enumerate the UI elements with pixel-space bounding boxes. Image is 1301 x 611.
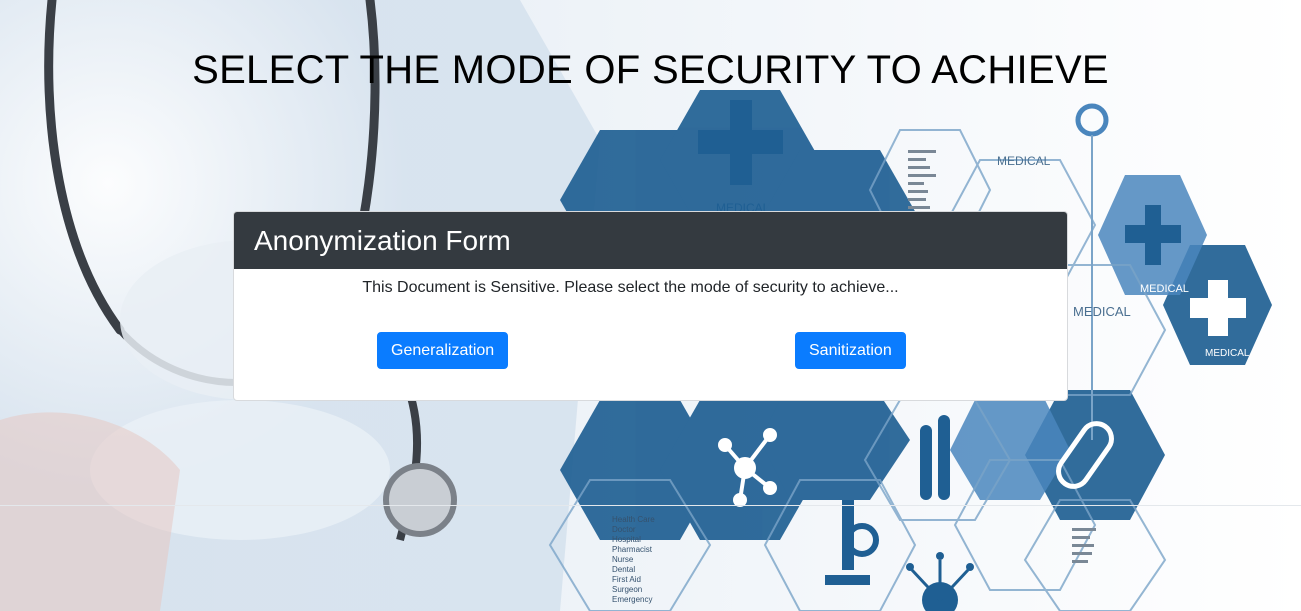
hex-label: MEDICAL bbox=[1073, 304, 1131, 319]
hex-list-item: Dental bbox=[612, 565, 635, 574]
hex-label: MEDICAL bbox=[997, 154, 1051, 168]
hex-label: MEDICAL bbox=[1205, 348, 1250, 359]
hex-list-item: First Aid bbox=[612, 575, 641, 584]
hex-list-item: Nurse bbox=[612, 555, 634, 564]
hex-list-item: Pharmacist bbox=[612, 545, 653, 554]
form-message: This Document is Sensitive. Please selec… bbox=[362, 279, 899, 296]
anonymization-form-card: Anonymization Form This Document is Sens… bbox=[233, 211, 1068, 401]
hex-list-item: Surgeon bbox=[612, 585, 642, 594]
hex-label: MEDICAL bbox=[1140, 283, 1189, 295]
form-header: Anonymization Form bbox=[234, 212, 1067, 269]
hex-list-item: Emergency bbox=[612, 595, 652, 604]
divider bbox=[0, 505, 1301, 506]
generalization-button[interactable]: Generalization bbox=[377, 332, 509, 369]
sanitization-button[interactable]: Sanitization bbox=[795, 332, 906, 369]
hex-list-item: Doctor bbox=[612, 525, 636, 534]
hex-list-item: Health Care bbox=[612, 515, 655, 524]
hex-list-item: Hospital bbox=[612, 535, 641, 544]
page-title: SELECT THE MODE OF SECURITY TO ACHIEVE bbox=[192, 48, 1109, 92]
